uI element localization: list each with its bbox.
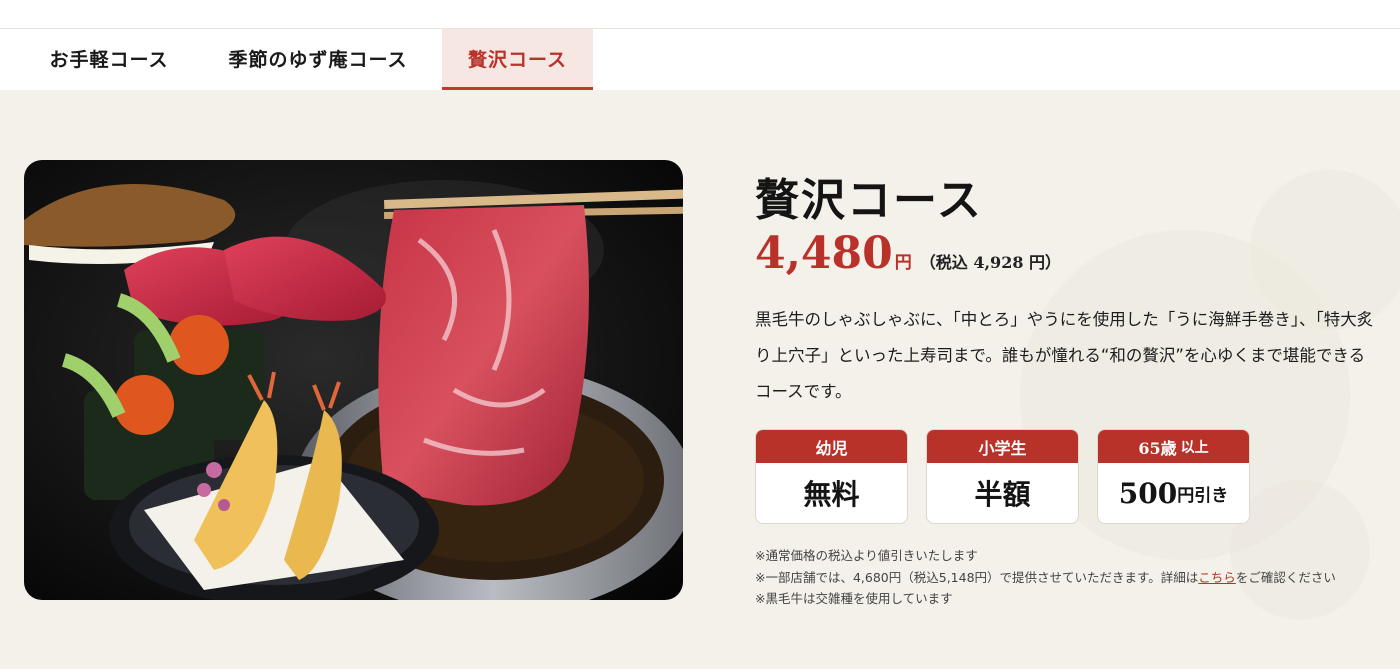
pricing-badge-label: 小学生 (927, 430, 1078, 463)
top-strip (0, 0, 1400, 29)
note-some-stores-text: ※一部店舗では、4,680円（税込5,148円）で提供させていただきます。詳細は (755, 569, 1199, 585)
pricing-badge-value: 半額 (974, 478, 1031, 511)
pricing-badge-senior: 65歳 以上 500 円引き (1097, 429, 1250, 524)
course-tabs: お手軽コース 季節のゆず庵コース 贅沢コース (0, 29, 1400, 90)
course-title: 贅沢コース (755, 175, 983, 226)
pricing-badge-elementary: 小学生 半額 (926, 429, 1079, 524)
note-discount: ※通常価格の税込より値引きいたします (755, 548, 978, 563)
note-some-stores-text-end: をご確認ください (1235, 569, 1336, 585)
pricing-badge-value: 無料 (803, 478, 860, 511)
pricing-badge-age-suffix: 以上 (1180, 439, 1209, 456)
course-food-photo (24, 160, 683, 600)
tab-otegaru-course[interactable]: お手軽コース (24, 29, 194, 88)
pricing-discount-amount: 500 (1118, 476, 1178, 510)
pricing-badge-value: 500 円引き (1098, 463, 1249, 523)
tab-zeitaku-course[interactable]: 贅沢コース (442, 29, 593, 90)
pricing-badge-infant: 幼児 無料 (755, 429, 908, 524)
price-unit: 円 (894, 253, 912, 273)
pricing-badge-label: 65歳 以上 (1098, 430, 1249, 463)
course-description: 黒毛牛のしゃぶしゃぶに、「中とろ」やうにを使用した「うに海鮮手巻き」、「特大炙り… (755, 310, 1374, 401)
pricing-badge-age: 65歳 (1138, 438, 1177, 458)
details-link[interactable]: こちら (1198, 570, 1236, 585)
price-tax-included: （税込 4,928 円） (919, 253, 1062, 272)
pricing-discount-suffix: 円引き (1177, 485, 1229, 506)
pricing-badge-label: 幼児 (756, 430, 907, 463)
tab-seasonal-yuzuan-course[interactable]: 季節のゆず庵コース (208, 29, 428, 88)
note-beef: ※黒毛牛は交雑種を使用しています (755, 591, 953, 606)
note-some-stores: ※一部店舗では、4,680円（税込5,148円）で提供させていただきます。詳細は… (755, 567, 1395, 589)
course-price: 4,480 円 （税込 4,928 円） (755, 228, 1061, 279)
course-notes: ※通常価格の税込より値引きいたします ※一部店舗では、4,680円（税込5,14… (755, 545, 1395, 610)
price-amount: 4,480 (755, 228, 893, 279)
